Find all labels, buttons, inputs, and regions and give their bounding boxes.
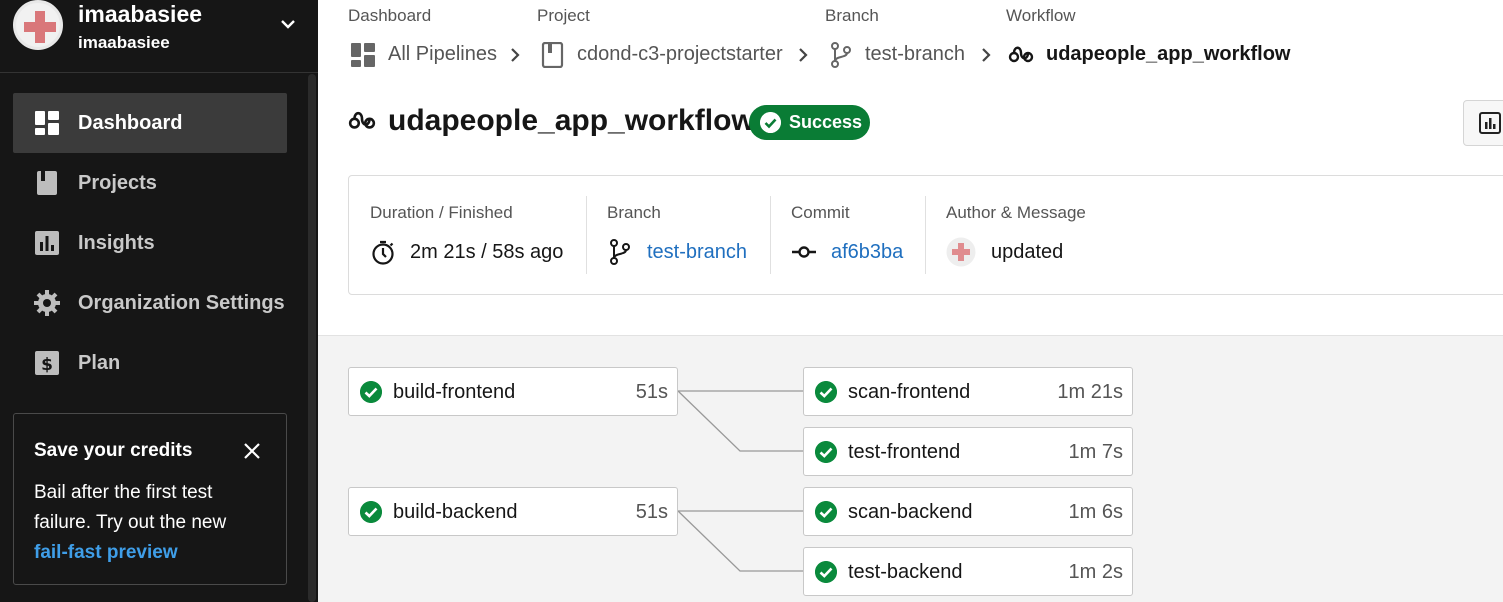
sidebar-item-label: Plan [78, 351, 121, 374]
sidebar-item-organization-settings[interactable]: Organization Settings [13, 273, 287, 333]
divider [586, 196, 587, 274]
breadcrumb-value: test-branch [865, 43, 966, 65]
sidebar-item-label: Dashboard [78, 111, 183, 134]
job-duration: 1m 7s [1068, 441, 1123, 463]
workflow-icon [348, 111, 376, 129]
fail-fast-link[interactable]: fail-fast preview [34, 542, 178, 563]
breadcrumb-value: udapeople_app_workflow [1046, 43, 1291, 65]
job-name: test-backend [848, 561, 963, 583]
branch-link[interactable]: test-branch [647, 241, 747, 264]
job-name: test-frontend [848, 441, 961, 463]
dollar-icon: $ [35, 351, 59, 375]
commit-link[interactable]: af6b3ba [831, 241, 903, 264]
workflow-summary: Duration / Finished 2m 21s / 58s ago Bra… [348, 175, 1503, 295]
branch-label: Branch [607, 203, 661, 222]
author-field: Author & Message updated [946, 196, 1166, 274]
duration-label: Duration / Finished [370, 203, 513, 222]
breadcrumb-label: Dashboard [348, 6, 432, 25]
divider [770, 196, 771, 274]
duration-field: Duration / Finished 2m 21s / 58s ago [370, 196, 590, 274]
job-test-backend[interactable]: test-backend 1m 2s [803, 547, 1133, 596]
job-build-frontend[interactable]: build-frontend 51s [348, 367, 678, 416]
sidebar-item-label: Insights [78, 231, 155, 254]
chevron-down-icon[interactable] [278, 14, 298, 34]
workflow-icon [1008, 46, 1034, 63]
status-badge: Success [749, 105, 870, 140]
insights-button[interactable] [1463, 100, 1503, 146]
sidebar: imaabasiee imaabasiee Dashboard Projects… [0, 0, 318, 602]
user-name: imaabasiee [78, 1, 203, 27]
breadcrumb-label: Project [537, 6, 590, 25]
author-label: Author & Message [946, 203, 1086, 222]
commit-message: updated [991, 241, 1064, 263]
workflow-graph: build-frontend 51s scan-frontend 1m 21s … [318, 335, 1503, 602]
promo-card: Save your credits Bail after the first t… [13, 413, 287, 585]
page-title: udapeople_app_workflow [388, 104, 755, 137]
success-check-icon [815, 381, 837, 403]
commit-field: Commit af6b3ba [791, 196, 926, 274]
job-name: build-frontend [393, 381, 516, 403]
projects-icon [37, 171, 57, 195]
insights-icon [35, 231, 59, 255]
duration-value: 2m 21s / 58s ago [410, 241, 564, 263]
sidebar-item-label: Organization Settings [78, 291, 285, 314]
success-check-icon [815, 441, 837, 463]
sidebar-item-label: Projects [78, 171, 157, 194]
pipelines-icon [351, 43, 375, 67]
divider [925, 196, 926, 274]
breadcrumb-label: Branch [825, 6, 879, 25]
job-duration: 51s [635, 501, 668, 523]
status-label: Success [789, 112, 863, 132]
job-duration: 51s [635, 381, 668, 403]
success-check-icon [360, 501, 382, 523]
timer-icon [372, 240, 394, 265]
breadcrumb: Dashboard All Pipelines Project cdond-c3… [348, 0, 1503, 80]
commit-icon [792, 246, 816, 258]
job-scan-frontend[interactable]: scan-frontend 1m 21s [803, 367, 1133, 416]
chevron-right-icon [511, 48, 520, 62]
chevron-right-icon [799, 48, 808, 62]
job-name: scan-backend [848, 501, 973, 523]
svg-text:$: $ [41, 355, 53, 375]
job-test-frontend[interactable]: test-frontend 1m 7s [803, 427, 1133, 476]
job-scan-backend[interactable]: scan-backend 1m 6s [803, 487, 1133, 536]
dashboard-icon [35, 111, 59, 135]
branch-icon [831, 42, 851, 68]
close-icon[interactable] [242, 441, 262, 461]
commit-label: Commit [791, 203, 850, 222]
project-icon [541, 42, 564, 68]
promo-title: Save your credits [34, 440, 193, 461]
branch-field: Branch test-branch [607, 196, 767, 274]
success-check-icon [815, 561, 837, 583]
sidebar-scrollbar[interactable] [308, 74, 316, 602]
check-icon [760, 112, 781, 133]
breadcrumb-label: Workflow [1006, 6, 1076, 25]
breadcrumb-value: cdond-c3-projectstarter [577, 43, 783, 65]
sidebar-item-plan[interactable]: $ Plan [13, 333, 287, 393]
sidebar-item-insights[interactable]: Insights [13, 213, 287, 273]
gear-icon [34, 290, 60, 316]
avatar [13, 0, 63, 50]
job-name: build-backend [393, 501, 518, 523]
insights-icon [1479, 112, 1501, 134]
job-duration: 1m 21s [1057, 381, 1123, 403]
promo-body: Bail after the first test failure. Try o… [34, 482, 227, 533]
sidebar-item-projects[interactable]: Projects [13, 153, 287, 213]
job-duration: 1m 2s [1068, 561, 1123, 583]
breadcrumb-value: All Pipelines [388, 43, 497, 65]
chevron-right-icon [982, 48, 991, 62]
branch-icon [610, 239, 630, 265]
job-name: scan-frontend [848, 381, 971, 403]
avatar [946, 237, 976, 267]
job-build-backend[interactable]: build-backend 51s [348, 487, 678, 536]
success-check-icon [815, 501, 837, 523]
org-name: imaabasiee [78, 33, 170, 52]
job-duration: 1m 6s [1068, 501, 1123, 523]
promo-text: Bail after the first test failure. Try o… [34, 478, 274, 568]
sidebar-item-dashboard[interactable]: Dashboard [13, 93, 287, 153]
user-switcher[interactable]: imaabasiee imaabasiee [0, 0, 318, 73]
success-check-icon [360, 381, 382, 403]
